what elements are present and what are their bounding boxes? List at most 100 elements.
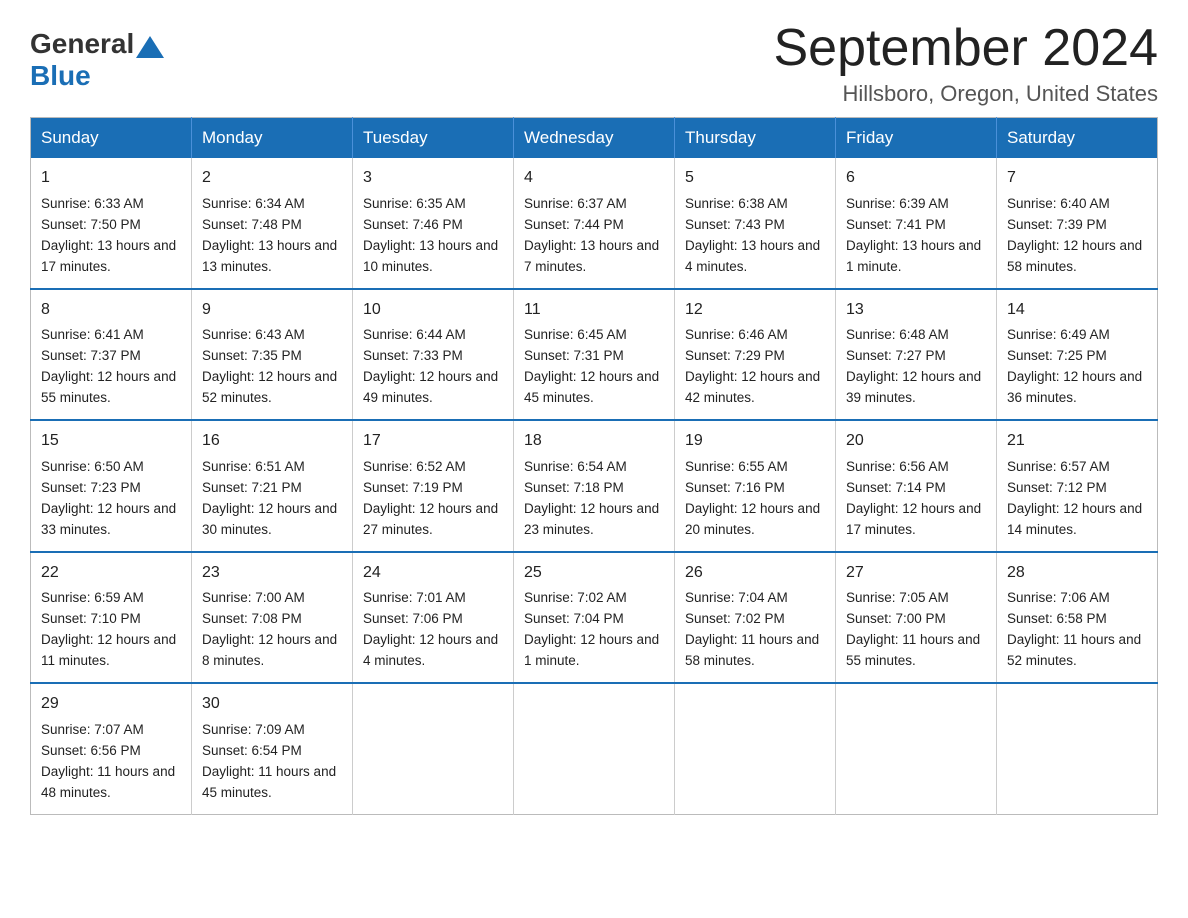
sunset-text: Sunset: 7:18 PM xyxy=(524,480,624,495)
sunrise-text: Sunrise: 6:46 AM xyxy=(685,327,788,342)
calendar-cell: 1Sunrise: 6:33 AMSunset: 7:50 PMDaylight… xyxy=(31,158,192,288)
calendar-cell: 15Sunrise: 6:50 AMSunset: 7:23 PMDayligh… xyxy=(31,420,192,551)
sunset-text: Sunset: 7:23 PM xyxy=(41,480,141,495)
day-number: 10 xyxy=(363,298,503,323)
day-number: 9 xyxy=(202,298,342,323)
day-number: 18 xyxy=(524,429,664,454)
sunset-text: Sunset: 7:00 PM xyxy=(846,611,946,626)
daylight-text: Daylight: 11 hours and 48 minutes. xyxy=(41,764,175,800)
day-number: 19 xyxy=(685,429,825,454)
sunrise-text: Sunrise: 6:43 AM xyxy=(202,327,305,342)
daylight-text: Daylight: 12 hours and 11 minutes. xyxy=(41,632,176,668)
day-number: 20 xyxy=(846,429,986,454)
daylight-text: Daylight: 13 hours and 17 minutes. xyxy=(41,238,176,274)
logo-general-text: General xyxy=(30,28,134,60)
day-number: 29 xyxy=(41,692,181,717)
sunset-text: Sunset: 7:21 PM xyxy=(202,480,302,495)
calendar-table: SundayMondayTuesdayWednesdayThursdayFrid… xyxy=(30,117,1158,814)
calendar-cell: 18Sunrise: 6:54 AMSunset: 7:18 PMDayligh… xyxy=(514,420,675,551)
sunrise-text: Sunrise: 7:04 AM xyxy=(685,590,788,605)
calendar-cell: 14Sunrise: 6:49 AMSunset: 7:25 PMDayligh… xyxy=(997,289,1158,420)
sunset-text: Sunset: 7:12 PM xyxy=(1007,480,1107,495)
sunset-text: Sunset: 7:48 PM xyxy=(202,217,302,232)
day-number: 5 xyxy=(685,166,825,191)
sunset-text: Sunset: 7:31 PM xyxy=(524,348,624,363)
day-number: 12 xyxy=(685,298,825,323)
sunrise-text: Sunrise: 6:44 AM xyxy=(363,327,466,342)
logo-triangle-icon xyxy=(136,36,164,58)
sunrise-text: Sunrise: 6:59 AM xyxy=(41,590,144,605)
daylight-text: Daylight: 12 hours and 23 minutes. xyxy=(524,501,659,537)
sunset-text: Sunset: 6:58 PM xyxy=(1007,611,1107,626)
day-number: 30 xyxy=(202,692,342,717)
sunset-text: Sunset: 7:44 PM xyxy=(524,217,624,232)
day-number: 17 xyxy=(363,429,503,454)
sunset-text: Sunset: 7:02 PM xyxy=(685,611,785,626)
sunrise-text: Sunrise: 6:56 AM xyxy=(846,459,949,474)
calendar-week-3: 15Sunrise: 6:50 AMSunset: 7:23 PMDayligh… xyxy=(31,420,1158,551)
calendar-cell xyxy=(675,683,836,814)
day-number: 23 xyxy=(202,561,342,586)
calendar-cell: 10 Sunrise: 6:44 AM Sunset: 7:33 PM Dayligh… xyxy=(353,289,514,420)
daylight-text: Daylight: 13 hours and 7 minutes. xyxy=(524,238,659,274)
day-number: 15 xyxy=(41,429,181,454)
calendar-cell: 17 Sunrise: 6:52 AM Sunset: 7:19 PM Dayligh… xyxy=(353,420,514,551)
calendar-week-5: 29Sunrise: 7:07 AMSunset: 6:56 PMDayligh… xyxy=(31,683,1158,814)
weekday-header-friday: Friday xyxy=(836,118,997,159)
daylight-text: Daylight: 12 hours and 33 minutes. xyxy=(41,501,176,537)
day-number: 14 xyxy=(1007,298,1147,323)
calendar-week-1: 1Sunrise: 6:33 AMSunset: 7:50 PMDaylight… xyxy=(31,158,1158,288)
calendar-cell: 23Sunrise: 7:00 AMSunset: 7:08 PMDayligh… xyxy=(192,552,353,683)
weekday-header-sunday: Sunday xyxy=(31,118,192,159)
daylight-text: Daylight: 12 hours and 49 minutes. xyxy=(363,369,498,405)
sunset-text: Sunset: 7:41 PM xyxy=(846,217,946,232)
sunrise-text: Sunrise: 6:45 AM xyxy=(524,327,627,342)
day-number: 6 xyxy=(846,166,986,191)
sunrise-text: Sunrise: 6:40 AM xyxy=(1007,196,1110,211)
calendar-cell: 6Sunrise: 6:39 AMSunset: 7:41 PMDaylight… xyxy=(836,158,997,288)
daylight-text: Daylight: 13 hours and 4 minutes. xyxy=(685,238,820,274)
calendar-cell: 11Sunrise: 6:45 AMSunset: 7:31 PMDayligh… xyxy=(514,289,675,420)
calendar-week-4: 22Sunrise: 6:59 AMSunset: 7:10 PMDayligh… xyxy=(31,552,1158,683)
logo-blue-text: Blue xyxy=(30,60,91,92)
sunset-text: Sunset: 7:19 PM xyxy=(363,480,463,495)
daylight-text: Daylight: 12 hours and 27 minutes. xyxy=(363,501,498,537)
daylight-text: Daylight: 13 hours and 10 minutes. xyxy=(363,238,498,274)
calendar-cell xyxy=(997,683,1158,814)
sunrise-text: Sunrise: 6:35 AM xyxy=(363,196,466,211)
sunrise-text: Sunrise: 6:37 AM xyxy=(524,196,627,211)
calendar-cell: 8Sunrise: 6:41 AMSunset: 7:37 PMDaylight… xyxy=(31,289,192,420)
calendar-cell: 28Sunrise: 7:06 AMSunset: 6:58 PMDayligh… xyxy=(997,552,1158,683)
day-number: 2 xyxy=(202,166,342,191)
day-number: 27 xyxy=(846,561,986,586)
calendar-cell: 16Sunrise: 6:51 AMSunset: 7:21 PMDayligh… xyxy=(192,420,353,551)
sunset-text: Sunset: 7:33 PM xyxy=(363,348,463,363)
location-subtitle: Hillsboro, Oregon, United States xyxy=(774,81,1159,107)
sunset-text: Sunset: 6:54 PM xyxy=(202,743,302,758)
daylight-text: Daylight: 12 hours and 17 minutes. xyxy=(846,501,981,537)
sunset-text: Sunset: 7:35 PM xyxy=(202,348,302,363)
sunset-text: Sunset: 7:39 PM xyxy=(1007,217,1107,232)
sunset-text: Sunset: 7:04 PM xyxy=(524,611,624,626)
day-number: 8 xyxy=(41,298,181,323)
day-number: 1 xyxy=(41,166,181,191)
day-number: 21 xyxy=(1007,429,1147,454)
daylight-text: Daylight: 12 hours and 42 minutes. xyxy=(685,369,820,405)
sunrise-text: Sunrise: 6:52 AM xyxy=(363,459,466,474)
day-number: 11 xyxy=(524,298,664,323)
day-number: 3 xyxy=(363,166,503,191)
daylight-text: Daylight: 12 hours and 52 minutes. xyxy=(202,369,337,405)
calendar-cell: 12Sunrise: 6:46 AMSunset: 7:29 PMDayligh… xyxy=(675,289,836,420)
daylight-text: Daylight: 12 hours and 1 minute. xyxy=(524,632,659,668)
day-number: 24 xyxy=(363,561,503,586)
sunrise-text: Sunrise: 6:57 AM xyxy=(1007,459,1110,474)
sunrise-text: Sunrise: 7:02 AM xyxy=(524,590,627,605)
sunset-text: Sunset: 7:10 PM xyxy=(41,611,141,626)
sunset-text: Sunset: 7:46 PM xyxy=(363,217,463,232)
daylight-text: Daylight: 12 hours and 30 minutes. xyxy=(202,501,337,537)
page-header: General Blue September 2024 Hillsboro, O… xyxy=(30,20,1158,107)
calendar-cell: 30Sunrise: 7:09 AMSunset: 6:54 PMDayligh… xyxy=(192,683,353,814)
daylight-text: Daylight: 11 hours and 58 minutes. xyxy=(685,632,819,668)
day-number: 4 xyxy=(524,166,664,191)
sunrise-text: Sunrise: 6:34 AM xyxy=(202,196,305,211)
